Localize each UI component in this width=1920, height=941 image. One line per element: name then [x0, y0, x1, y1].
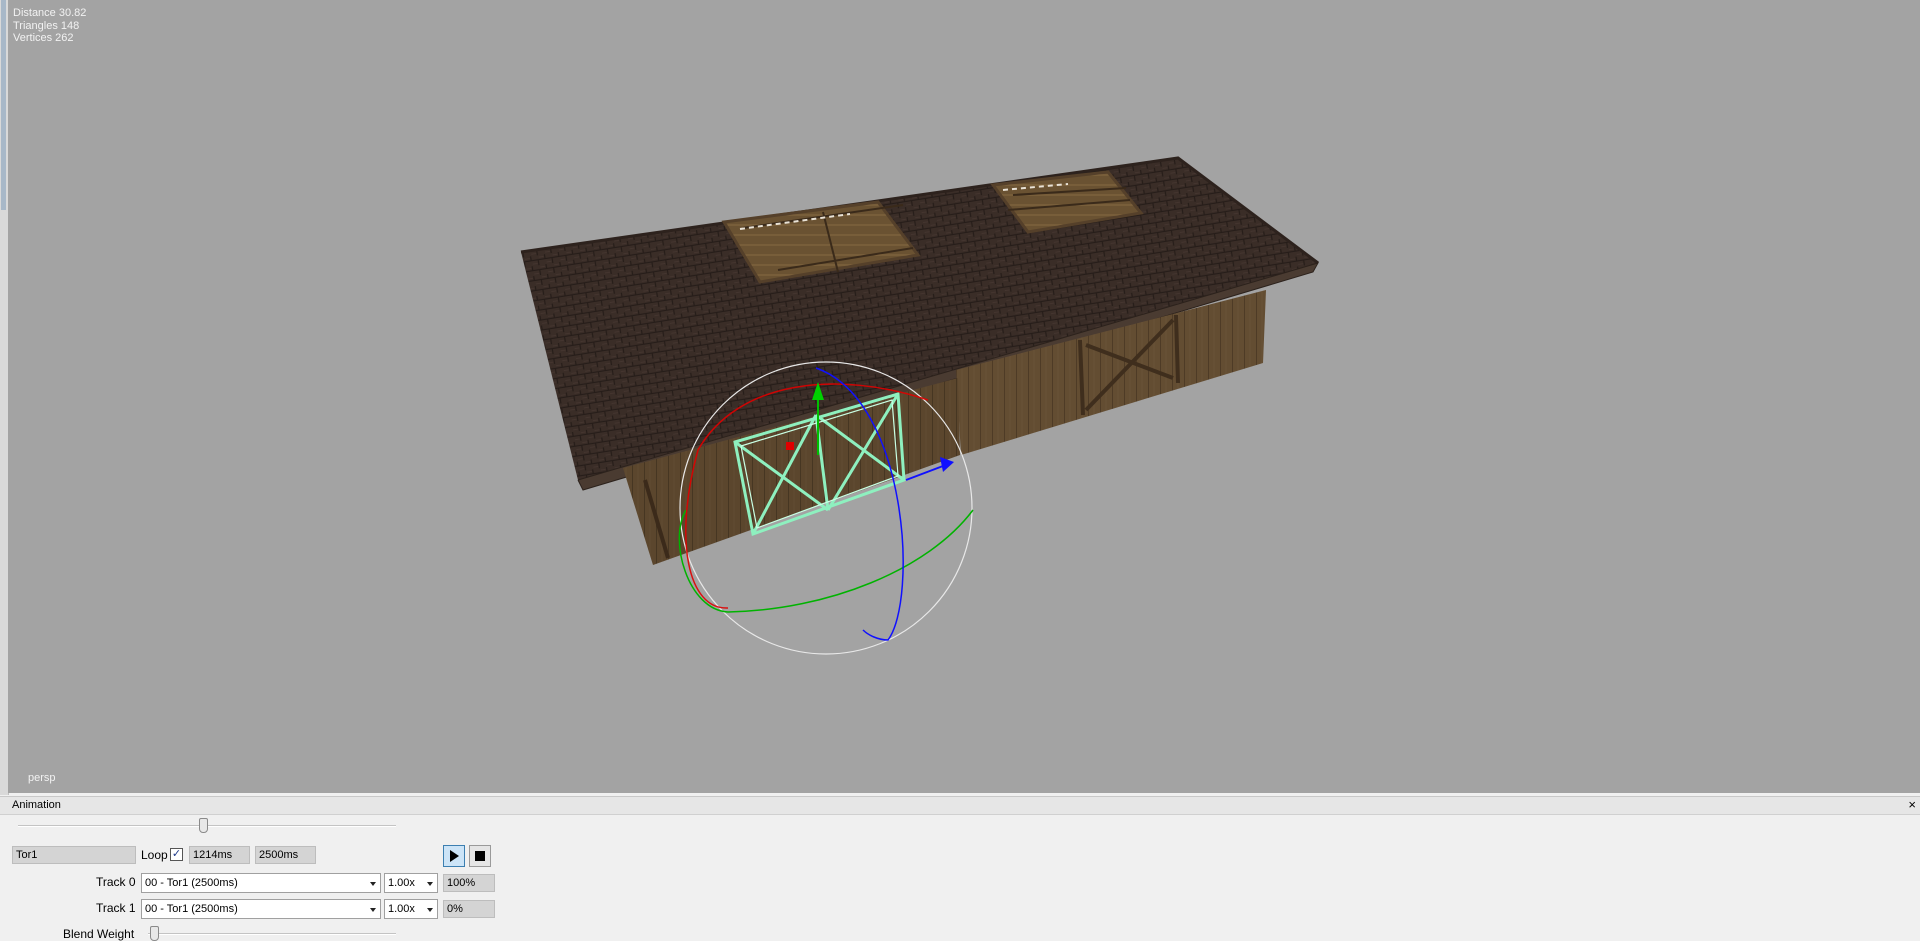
triangles-stat: Triangles 148: [13, 19, 80, 32]
track-1-label: Track 1: [96, 901, 136, 915]
stop-icon: [475, 851, 485, 861]
chevron-down-icon: [427, 882, 433, 886]
track-1-weight-field[interactable]: 0%: [443, 900, 495, 918]
timeline-slider-thumb[interactable]: [199, 818, 209, 833]
loop-checkbox[interactable]: ✓: [170, 848, 183, 861]
close-icon[interactable]: ×: [1908, 797, 1916, 812]
animation-panel-header: Animation ×: [0, 797, 1920, 815]
track-1-clip-value: 00 - Tor1 (2500ms): [145, 903, 238, 915]
current-time-field[interactable]: 1214ms: [189, 846, 250, 864]
stop-button[interactable]: [469, 845, 491, 867]
viewport-stats: Distance 30.82 Triangles 148 Vertices 26…: [13, 7, 86, 45]
track-1-speed-select[interactable]: 1.00x: [384, 899, 438, 919]
track-1-clip-select[interactable]: 00 - Tor1 (2500ms): [141, 899, 381, 919]
track-0-label: Track 0: [96, 875, 136, 889]
track-0-clip-select[interactable]: 00 - Tor1 (2500ms): [141, 873, 381, 893]
scene-render: [520, 156, 1320, 655]
play-icon: [450, 850, 459, 862]
track-0-weight-field[interactable]: 100%: [443, 874, 495, 892]
blend-weight-slider-track[interactable]: [148, 933, 396, 935]
track-0-clip-value: 00 - Tor1 (2500ms): [145, 877, 238, 889]
loop-label: Loop: [141, 848, 168, 862]
3d-viewport[interactable]: Distance 30.82 Triangles 148 Vertices 26…: [8, 0, 1920, 793]
chevron-down-icon: [370, 908, 376, 912]
left-dock-scroll[interactable]: [1, 0, 6, 210]
track-1-speed-value: 1.00x: [388, 903, 415, 915]
animation-panel: Animation × Tor1 Loop ✓ 1214ms 2500ms Tr…: [0, 796, 1920, 941]
total-time-field[interactable]: 2500ms: [255, 846, 316, 864]
camera-label: persp: [28, 772, 56, 784]
distance-stat: Distance 30.82: [13, 7, 87, 19]
vertices-stat: Vertices 262: [13, 32, 74, 44]
track-0-speed-select[interactable]: 1.00x: [384, 873, 438, 893]
clip-name-field[interactable]: Tor1: [12, 846, 136, 864]
chevron-down-icon: [370, 882, 376, 886]
chevron-down-icon: [427, 908, 433, 912]
track-0-speed-value: 1.00x: [388, 877, 415, 889]
panel-title: Animation: [12, 799, 61, 811]
play-button[interactable]: [443, 845, 465, 867]
